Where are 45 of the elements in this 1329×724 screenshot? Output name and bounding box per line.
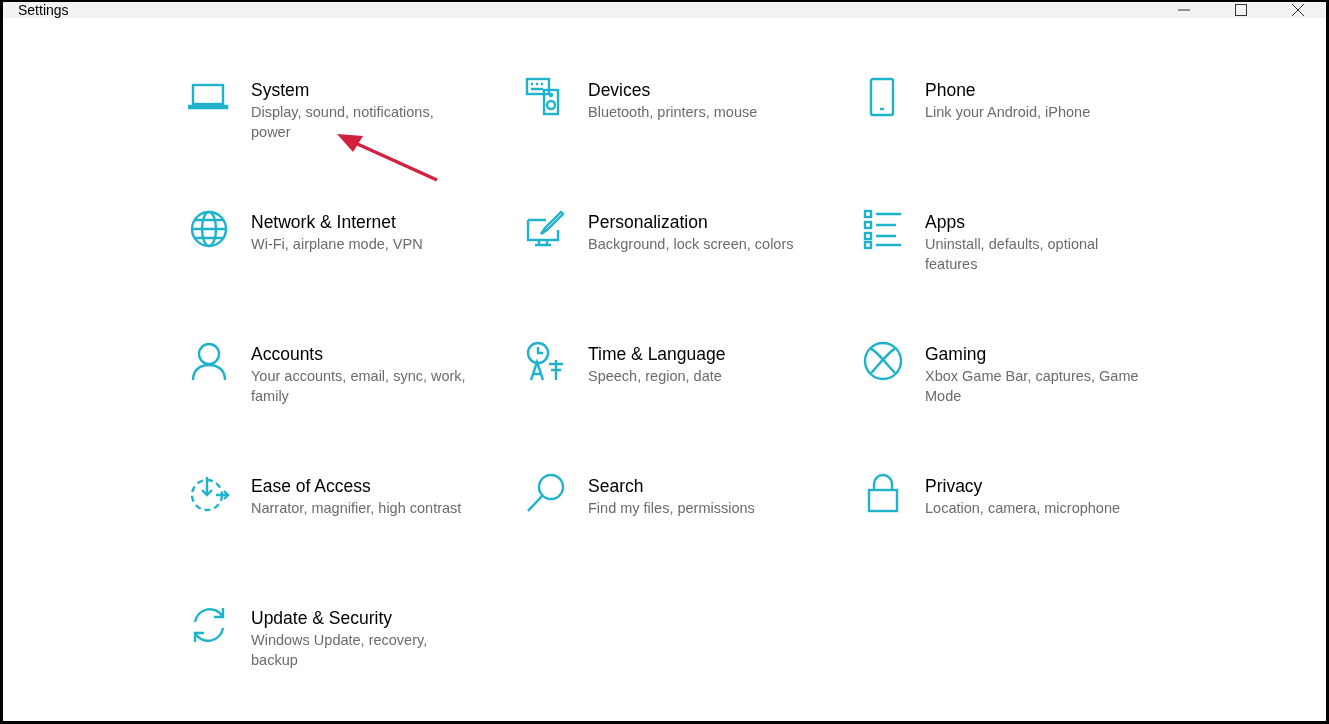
settings-category[interactable]: Time & Language Speech, region, date: [525, 338, 862, 470]
globe-icon: [188, 208, 230, 250]
settings-category[interactable]: Network & Internet Wi-Fi, airplane mode, VPN: [188, 206, 525, 338]
category-title: Personalization: [588, 211, 709, 234]
category-title: Update & Security: [251, 607, 394, 630]
category-description: Find my files, permissions: [588, 499, 756, 518]
category-title: Phone: [925, 79, 977, 102]
settings-category[interactable]: Gaming Xbox Game Bar, captures, Game Mode: [862, 338, 1199, 470]
search-icon: [525, 472, 567, 514]
settings-category[interactable]: Phone Link your Android, iPhone: [862, 74, 1199, 206]
category-title: Search: [588, 475, 645, 498]
settings-category[interactable]: Ease of Access Narrator, magnifier, high contrast: [188, 470, 525, 602]
category-description: Background, lock screen, colors: [588, 235, 795, 254]
window-title: Settings: [18, 2, 69, 18]
category-description: Display, sound, notifications, power: [251, 103, 435, 142]
category-description: Bluetooth, printers, mouse: [588, 103, 759, 122]
settings-category[interactable]: Apps Uninstall, defaults, optional features: [862, 206, 1199, 338]
category-title: Time & Language: [588, 343, 727, 366]
settings-category[interactable]: Accounts Your accounts, email, sync, work, family: [188, 338, 525, 470]
settings-category[interactable]: Personalization Background, lock screen, colors: [525, 206, 862, 338]
category-description: Wi-Fi, airplane mode, VPN: [251, 235, 424, 254]
category-description: Location, camera, microphone: [925, 499, 1122, 518]
close-icon: [1291, 4, 1304, 16]
category-title: Apps: [925, 211, 966, 234]
category-description: Speech, region, date: [588, 367, 723, 386]
settings-category[interactable]: System Display, sound, notifications, power: [188, 74, 525, 206]
category-title: Devices: [588, 79, 652, 102]
category-title: Accounts: [251, 343, 324, 366]
category-description: Link your Android, iPhone: [925, 103, 1092, 122]
category-title: Ease of Access: [251, 475, 372, 498]
settings-category[interactable]: Privacy Location, camera, microphone: [862, 470, 1199, 602]
list-icon: [862, 208, 904, 250]
category-description: Uninstall, defaults, optional features: [925, 235, 1100, 274]
category-title: Gaming: [925, 343, 988, 366]
category-description: Windows Update, recovery, backup: [251, 631, 429, 670]
category-description: Narrator, magnifier, high contrast: [251, 499, 463, 518]
category-title: Privacy: [925, 475, 984, 498]
category-title: Network & Internet: [251, 211, 397, 234]
settings-category[interactable]: Update & Security Windows Update, recovery, backup: [188, 602, 525, 721]
category-description: Xbox Game Bar, captures, Game Mode: [925, 367, 1140, 406]
settings-category[interactable]: Search Find my files, permissions: [525, 470, 862, 602]
category-description: Your accounts, email, sync, work, family: [251, 367, 467, 406]
settings-category[interactable]: Devices Bluetooth, printers, mouse: [525, 74, 862, 206]
maximize-icon: [1234, 4, 1247, 16]
category-title: System: [251, 79, 311, 102]
